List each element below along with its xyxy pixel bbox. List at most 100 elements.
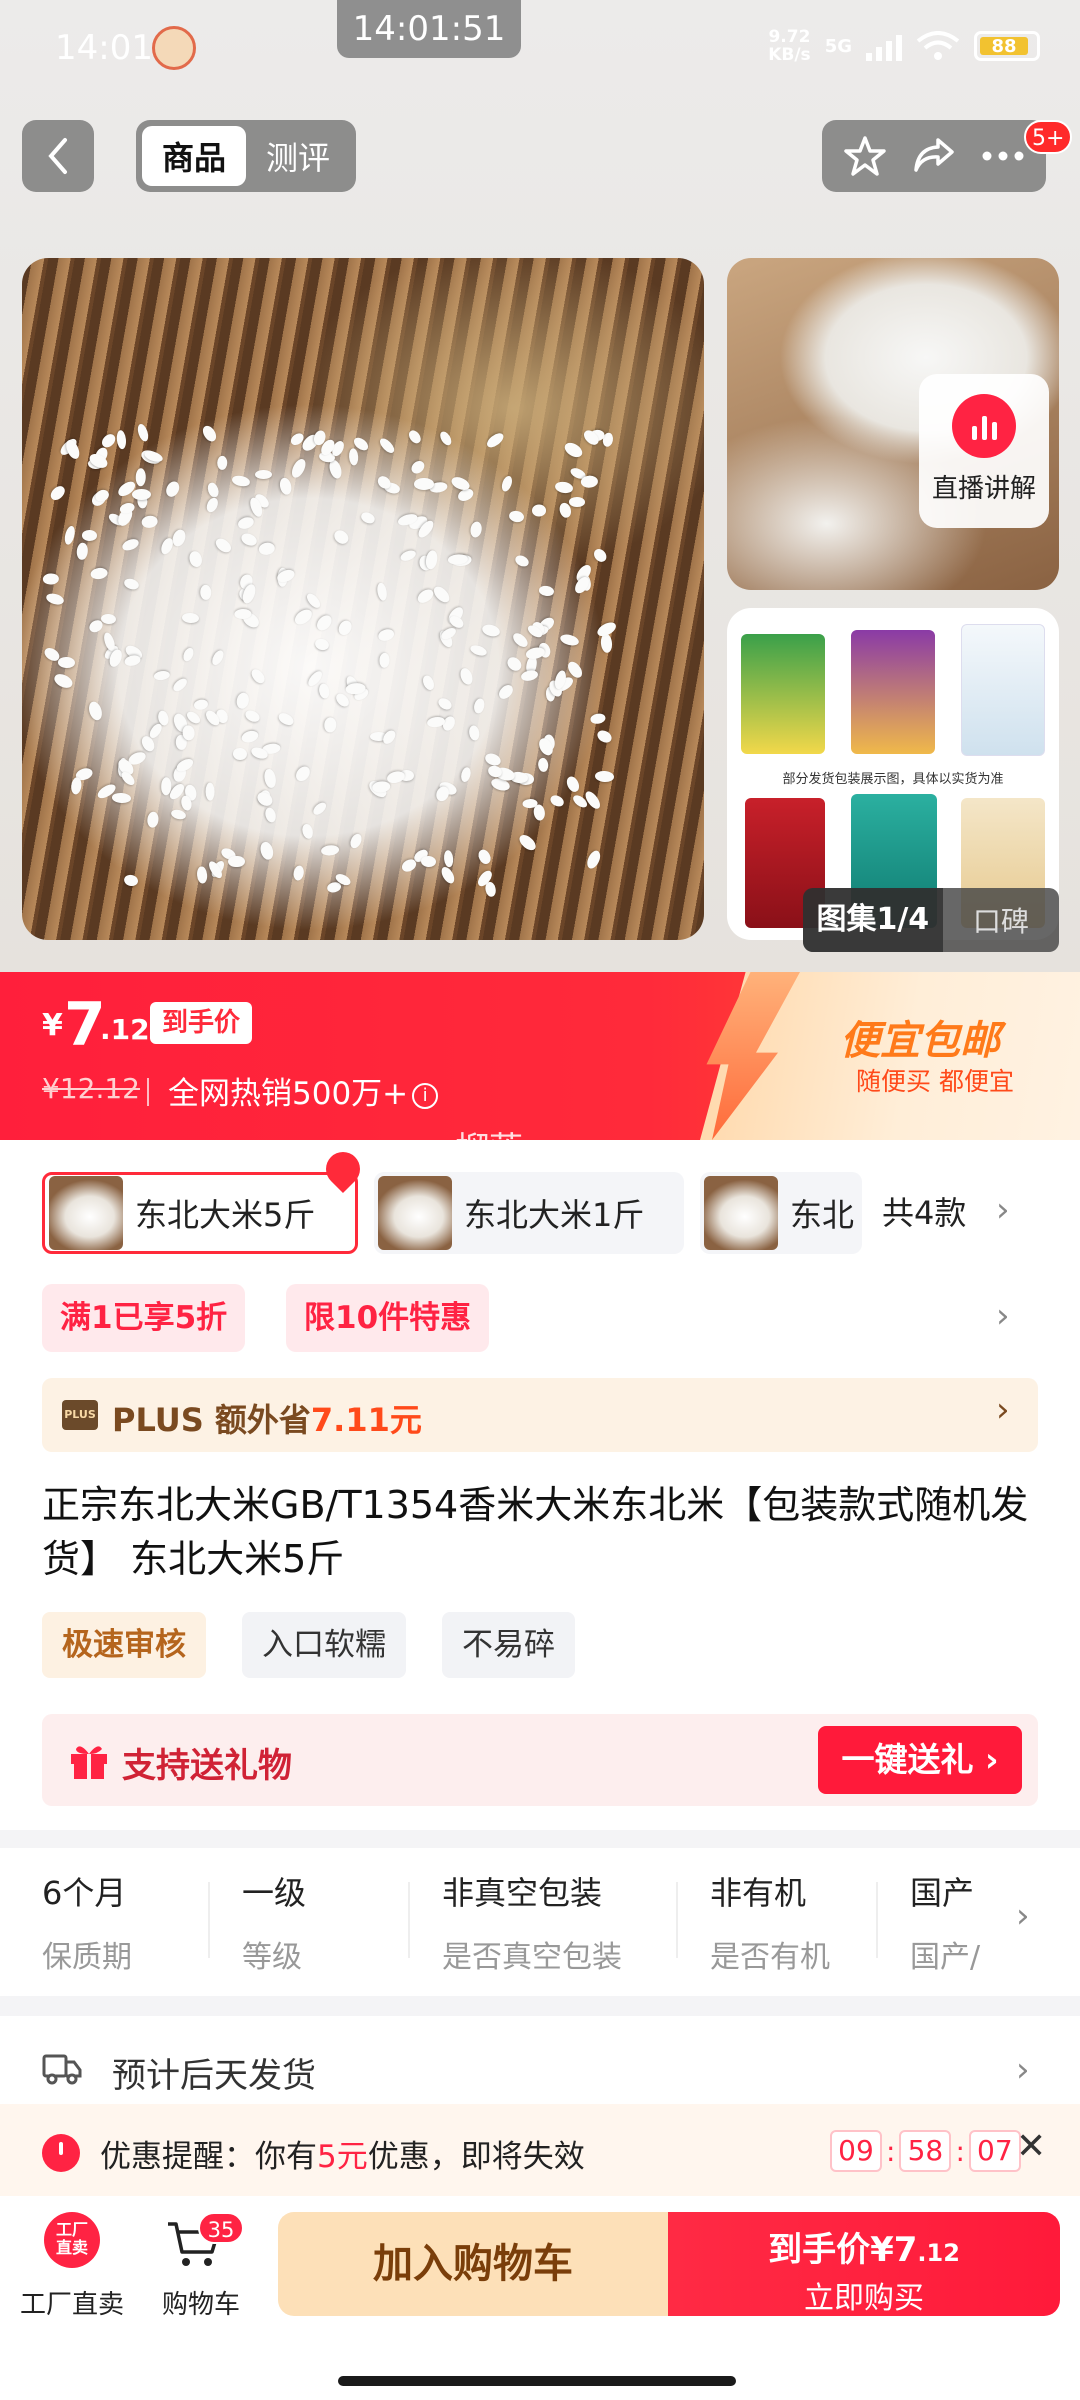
- rice-grain: [263, 768, 278, 789]
- rice-grain: [258, 541, 277, 556]
- tab-product[interactable]: 商品: [142, 126, 246, 186]
- buy-now-label: 立即购买: [804, 2281, 924, 2316]
- message-badge: 5+: [1024, 120, 1073, 154]
- rice-grain: [380, 727, 398, 746]
- spec-key: 是否真空包装: [442, 1940, 622, 1975]
- factory-direct-icon[interactable]: 工厂 直卖: [44, 2212, 100, 2268]
- tab-reviews[interactable]: 测评: [246, 126, 350, 186]
- rice-grain: [375, 581, 388, 601]
- timer-colon: :: [886, 2134, 896, 2168]
- sales-info[interactable]: 全网热销500万+ i: [168, 1068, 439, 1113]
- chevron-right-icon[interactable]: ›: [996, 1190, 1010, 1230]
- home-indicator[interactable]: [338, 2376, 736, 2386]
- variant-option[interactable]: 东北: [700, 1172, 862, 1254]
- rice-grain: [436, 695, 455, 712]
- rice-grain: [210, 648, 227, 667]
- spec-key: 等级: [242, 1940, 302, 1975]
- buy-price-main: 到手价¥7: [768, 2230, 918, 2270]
- gift-label: 支持送礼物: [122, 1746, 292, 1786]
- spec-grade: 一级 等级: [242, 1868, 306, 1976]
- variant-thumbnail: [704, 1176, 778, 1250]
- info-icon[interactable]: i: [412, 1082, 439, 1109]
- album-tab[interactable]: 图集1/4: [803, 888, 943, 952]
- variant-count[interactable]: 共4款: [882, 1188, 966, 1234]
- status-time: 14:01: [55, 28, 153, 68]
- variant-option[interactable]: 东北大米1斤: [374, 1172, 684, 1254]
- status-bar: 14:01 14:01:51 9.72 KB/s 5G 88: [0, 0, 1080, 100]
- rice-grain: [378, 653, 391, 669]
- plus-label: PLUS 额外省: [112, 1401, 311, 1439]
- rice-grain: [458, 666, 475, 686]
- buy-now-button[interactable]: 到手价¥7.12 立即购买: [668, 2212, 1060, 2316]
- rice-grain: [414, 477, 434, 490]
- variant-option-selected[interactable]: 东北大米5斤: [42, 1172, 358, 1254]
- rice-grain: [216, 456, 227, 471]
- rice-grain: [516, 832, 539, 853]
- rice-grain: [475, 847, 493, 866]
- share-icon[interactable]: [908, 130, 960, 182]
- more-icon[interactable]: [977, 130, 1029, 182]
- rice-grain: [249, 667, 268, 687]
- chevron-right-icon[interactable]: ›: [996, 1390, 1010, 1430]
- rice-grain: [508, 510, 526, 525]
- one-click-gift-button[interactable]: 一键送礼 ›: [818, 1726, 1022, 1794]
- add-to-cart-button[interactable]: 加入购物车: [278, 2212, 668, 2316]
- variant-label: 东北大米5斤: [135, 1196, 316, 1234]
- rice-grain: [314, 612, 335, 633]
- spec-value: 非有机: [710, 1874, 807, 1912]
- rice-grain: [407, 427, 424, 445]
- rice-grain: [101, 630, 117, 652]
- spec-value: 6个月: [42, 1874, 127, 1912]
- chevron-right-icon[interactable]: ›: [1016, 1896, 1030, 1936]
- rice-grain: [122, 873, 140, 889]
- rice-grain: [500, 474, 515, 493]
- star-icon[interactable]: [839, 130, 891, 182]
- network-type: 5G: [824, 35, 852, 57]
- chevron-right-icon[interactable]: ›: [996, 1296, 1010, 1336]
- rice-grain: [236, 515, 256, 531]
- rice-grain: [57, 656, 76, 668]
- rice-grain: [235, 691, 251, 710]
- rice-grain: [118, 501, 136, 516]
- close-icon[interactable]: ✕: [1016, 2126, 1046, 2167]
- reminder-suffix: 优惠，即将失效: [367, 2139, 585, 2175]
- tag-durable: 不易碎: [442, 1612, 575, 1678]
- rice-grain: [293, 763, 313, 784]
- clock-icon: [42, 2134, 80, 2172]
- rice-grain: [331, 527, 351, 546]
- promo-chip-limited[interactable]: 限10件特惠: [286, 1284, 490, 1352]
- signal-icon: [866, 31, 902, 61]
- rice-grain: [115, 429, 127, 450]
- back-button[interactable]: [22, 120, 94, 192]
- rice-grain: [182, 724, 196, 742]
- rice-grain: [131, 489, 151, 501]
- countdown-timer: 09: 58: 07: [830, 2130, 1021, 2172]
- reviews-media-tab[interactable]: 口碑: [943, 900, 1059, 940]
- rice-grain: [200, 423, 219, 444]
- gift-icon: [71, 1746, 107, 1779]
- rice-grain: [409, 458, 427, 477]
- rice-grain: [239, 531, 259, 549]
- live-explain-button[interactable]: 直播讲解: [919, 374, 1049, 528]
- final-price-tag: 到手价: [150, 1002, 253, 1044]
- rice-grain: [62, 524, 77, 546]
- rice-grain: [52, 671, 75, 691]
- main-product-image[interactable]: [22, 258, 704, 940]
- rice-grain: [481, 623, 502, 639]
- spec-origin: 国产 国产/: [910, 1868, 1002, 1976]
- rice-grain: [580, 475, 599, 489]
- truck-icon: [42, 2054, 82, 2085]
- rice-grain: [562, 439, 585, 460]
- promo-chip-discount[interactable]: 满1已享5折: [42, 1284, 246, 1352]
- rice-grain: [313, 637, 331, 652]
- rice-grain: [347, 832, 364, 851]
- factory-direct-label[interactable]: 工厂直卖: [20, 2284, 124, 2321]
- rice-grain: [213, 535, 234, 555]
- rice-grain: [547, 793, 566, 810]
- rice-grain: [200, 584, 212, 601]
- tag-fast-review: 极速审核: [42, 1612, 206, 1678]
- rice-grain: [70, 776, 83, 795]
- rice-grain: [336, 618, 354, 638]
- chevron-right-icon[interactable]: ›: [1016, 2050, 1030, 2090]
- cart-label[interactable]: 购物车: [162, 2284, 240, 2321]
